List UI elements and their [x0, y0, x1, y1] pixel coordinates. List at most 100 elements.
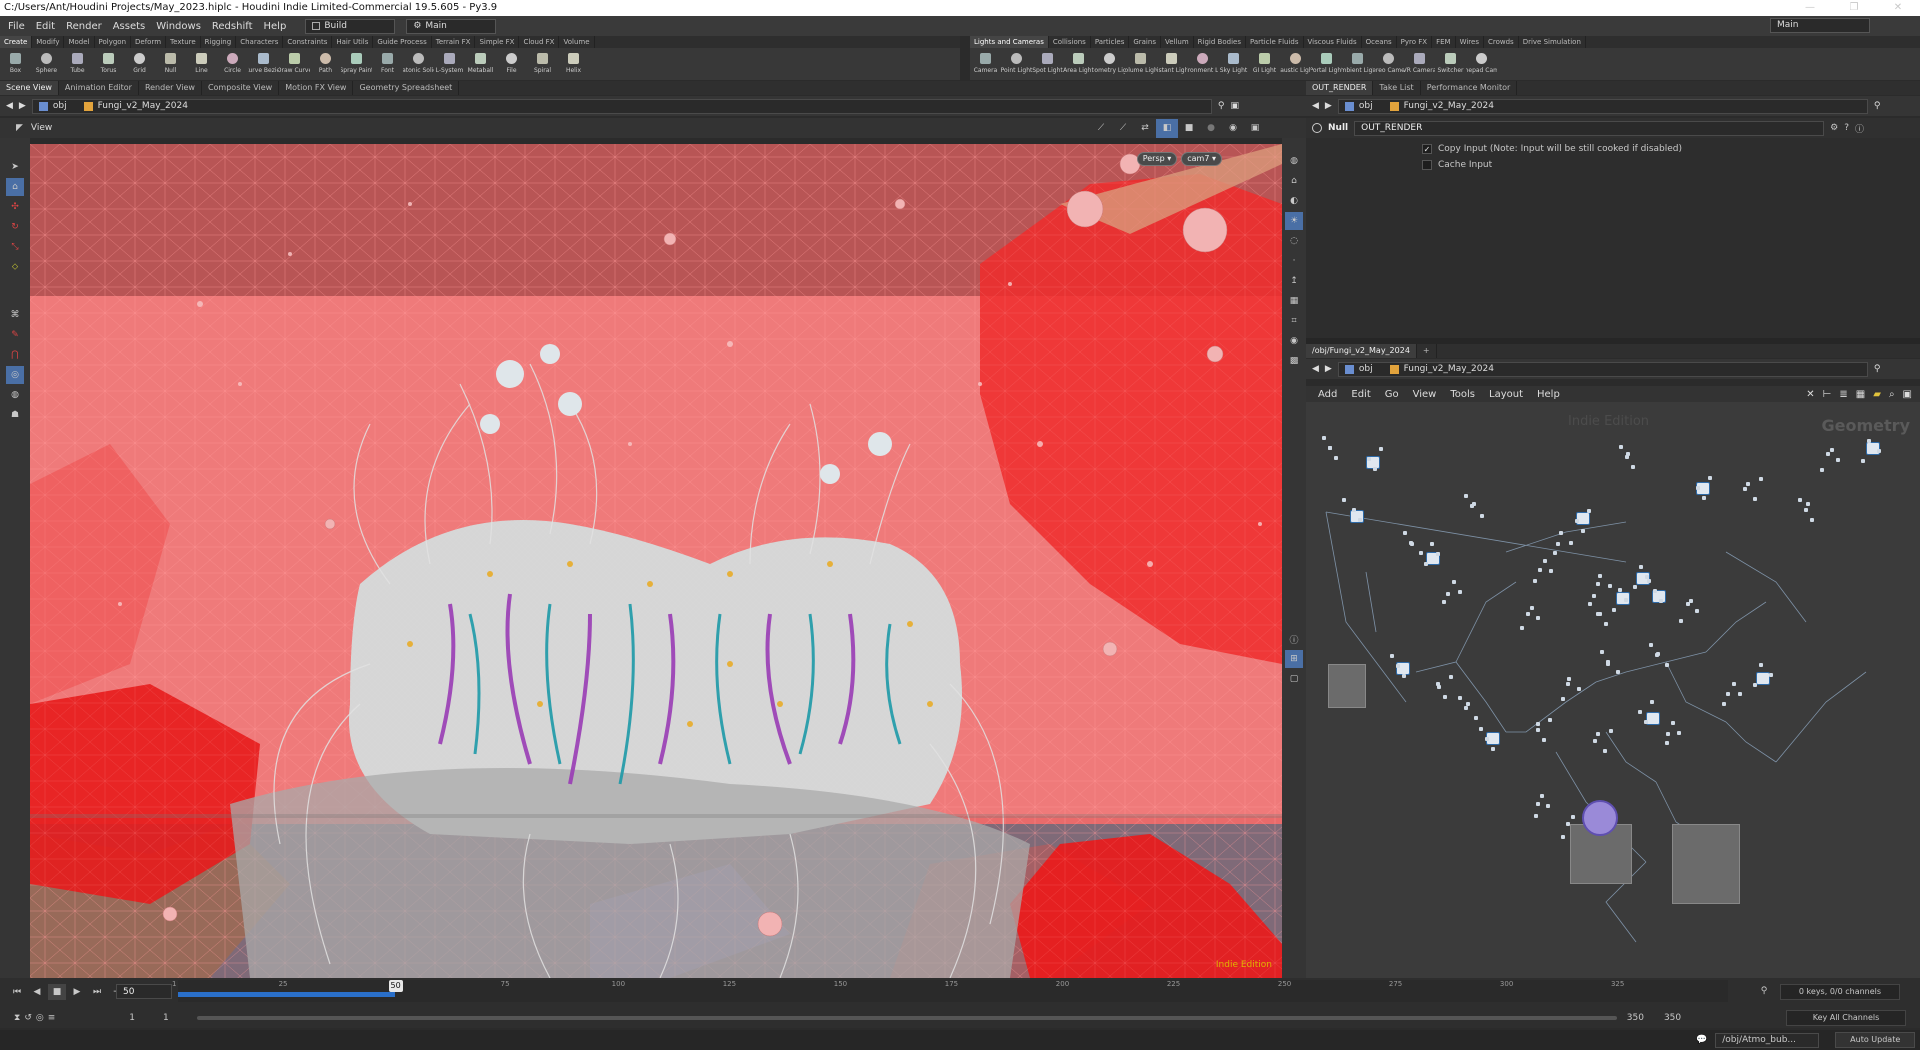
network-node[interactable] — [1352, 508, 1356, 512]
step-back-button[interactable]: ◀ — [28, 984, 46, 1000]
snap-icon[interactable]: ⟋ — [1090, 119, 1112, 138]
scale-icon[interactable]: ⤡ — [6, 238, 24, 256]
network-node[interactable] — [1464, 494, 1468, 498]
loop-icon[interactable]: ↺ — [24, 1013, 32, 1023]
network-node[interactable] — [1618, 588, 1622, 592]
frame-icon[interactable]: ▣ — [1903, 389, 1912, 400]
shelf-right-tool-caustic-light[interactable]: Caustic Light — [1280, 48, 1311, 80]
minimize-button[interactable]: — — [1788, 0, 1832, 16]
auto-update-button[interactable]: Auto Update — [1835, 1032, 1916, 1048]
network-node[interactable] — [1443, 695, 1447, 699]
shelf-left-tab-guide-process[interactable]: Guide Process — [373, 36, 432, 48]
params-gear-icon[interactable]: ⚙ — [1830, 123, 1838, 133]
record-icon[interactable]: ● — [1200, 119, 1222, 138]
network-path-field[interactable]: obj Fungi_v2_May_2024 — [1337, 361, 1868, 377]
shelf-left-tab-rigging[interactable]: Rigging — [201, 36, 237, 48]
network-node[interactable] — [1603, 749, 1607, 753]
menu-windows[interactable]: Windows — [156, 21, 201, 32]
network-node[interactable] — [1759, 663, 1763, 667]
network-node[interactable] — [1538, 568, 1542, 572]
network-node[interactable] — [1826, 452, 1830, 456]
display-options-icon[interactable]: ◍ — [1285, 152, 1303, 170]
copy-input-checkbox[interactable]: ✓ — [1422, 144, 1432, 154]
network-node[interactable] — [1424, 562, 1428, 566]
point-icon[interactable]: · — [1285, 252, 1303, 270]
transform-icon[interactable]: ✣ — [6, 198, 24, 216]
network-node[interactable] — [1569, 541, 1573, 545]
network-node[interactable] — [1530, 606, 1534, 610]
shelf-left-tab-polygon[interactable]: Polygon — [95, 36, 132, 48]
menu-redshift[interactable]: Redshift — [212, 21, 253, 32]
shelf-right-tab-grains[interactable]: Grains — [1129, 36, 1161, 48]
flipbook-icon[interactable]: ▣ — [1244, 119, 1266, 138]
shelf-left-tool-font[interactable]: Font — [372, 48, 403, 80]
network-node[interactable] — [1695, 609, 1699, 613]
texture-icon[interactable]: ▩ — [1285, 352, 1303, 370]
network-node[interactable] — [1655, 653, 1659, 657]
network-node[interactable] — [1379, 447, 1383, 451]
network-node[interactable] — [1540, 794, 1544, 798]
network-node[interactable] — [1753, 683, 1757, 687]
network-node[interactable] — [1679, 619, 1683, 623]
network-node[interactable] — [1830, 448, 1834, 452]
shelf-left-tool-path[interactable]: Path — [310, 48, 341, 80]
network-node[interactable] — [1738, 692, 1742, 696]
network-forward-icon[interactable]: ▶ — [1325, 364, 1332, 374]
network-node[interactable] — [1722, 702, 1726, 706]
shade-icon[interactable]: ◉ — [1285, 332, 1303, 350]
network-node[interactable] — [1604, 622, 1608, 626]
shelf-left-tab-create[interactable]: Create — [0, 36, 33, 48]
network-node[interactable] — [1625, 455, 1629, 459]
params-info-icon[interactable]: ⓘ — [1855, 122, 1864, 135]
network-menu-go[interactable]: Go — [1385, 389, 1399, 400]
shelf-left-tool-draw-curve[interactable]: Draw Curve — [279, 48, 310, 80]
network-node[interactable] — [1759, 477, 1763, 481]
stop-icon[interactable]: ■ — [1178, 119, 1200, 138]
shelf-right-tool-ambient-light[interactable]: Ambient Light — [1342, 48, 1373, 80]
network-node[interactable] — [1479, 727, 1483, 731]
network-node[interactable] — [1328, 446, 1332, 450]
shelf-left-tab-model[interactable]: Model — [64, 36, 95, 48]
network-node[interactable] — [1559, 531, 1563, 535]
list-icon[interactable]: ≣ — [1839, 389, 1847, 400]
network-node[interactable] — [1536, 728, 1540, 732]
shelf-left-tab-texture[interactable]: Texture — [166, 36, 201, 48]
shelf-right-tool-gi-light[interactable]: GI Light — [1249, 48, 1280, 80]
network-node[interactable] — [1619, 445, 1623, 449]
scene-pane-tab-motion-fx-view[interactable]: Motion FX View — [279, 81, 354, 95]
shelf-left-tool-spray-paint[interactable]: Spray Paint — [341, 48, 372, 80]
view-icon[interactable]: ◎ — [6, 366, 24, 384]
network-node[interactable] — [1638, 710, 1642, 714]
network-node[interactable] — [1446, 592, 1450, 596]
network-node[interactable] — [1650, 700, 1654, 704]
network-node[interactable] — [1442, 600, 1446, 604]
rotate-icon[interactable]: ↻ — [6, 218, 24, 236]
network-node[interactable] — [1743, 487, 1747, 491]
lock-camera-icon[interactable]: ⌂ — [1285, 172, 1303, 190]
network-node[interactable] — [1804, 508, 1808, 512]
scene-pane-tab-scene-view[interactable]: Scene View — [0, 81, 59, 95]
shelf-right-tool-environment-light[interactable]: Environment Light — [1187, 48, 1218, 80]
network-node[interactable] — [1689, 599, 1693, 603]
shelf-right-tool-gamepad-camera[interactable]: Gamepad Camera — [1466, 48, 1497, 80]
network-box-3[interactable] — [1672, 824, 1740, 904]
network-node[interactable] — [1571, 815, 1575, 819]
network-node[interactable] — [1600, 650, 1604, 654]
stop-button[interactable]: ■ — [48, 984, 66, 1000]
shelf-right-tab-particles[interactable]: Particles — [1091, 36, 1130, 48]
maximize-button[interactable]: ❐ — [1832, 0, 1876, 16]
network-node[interactable] — [1659, 599, 1663, 603]
network-menu-help[interactable]: Help — [1537, 389, 1560, 400]
network-node[interactable] — [1458, 590, 1462, 594]
network-node[interactable] — [1358, 518, 1362, 522]
shelf-left-tool-platonic-solids[interactable]: Platonic Solids — [403, 48, 434, 80]
shelf-left-tab-characters[interactable]: Characters — [236, 36, 284, 48]
network-node[interactable] — [1402, 674, 1406, 678]
network-node[interactable] — [1334, 456, 1338, 460]
light-icon[interactable]: ☀ — [1285, 212, 1303, 230]
shelf-left-tab-deform[interactable]: Deform — [131, 36, 167, 48]
network-menu-view[interactable]: View — [1413, 389, 1437, 400]
render-region-icon[interactable]: ◍ — [6, 386, 24, 404]
menu-edit[interactable]: Edit — [36, 21, 55, 32]
network-node[interactable] — [1587, 509, 1591, 513]
